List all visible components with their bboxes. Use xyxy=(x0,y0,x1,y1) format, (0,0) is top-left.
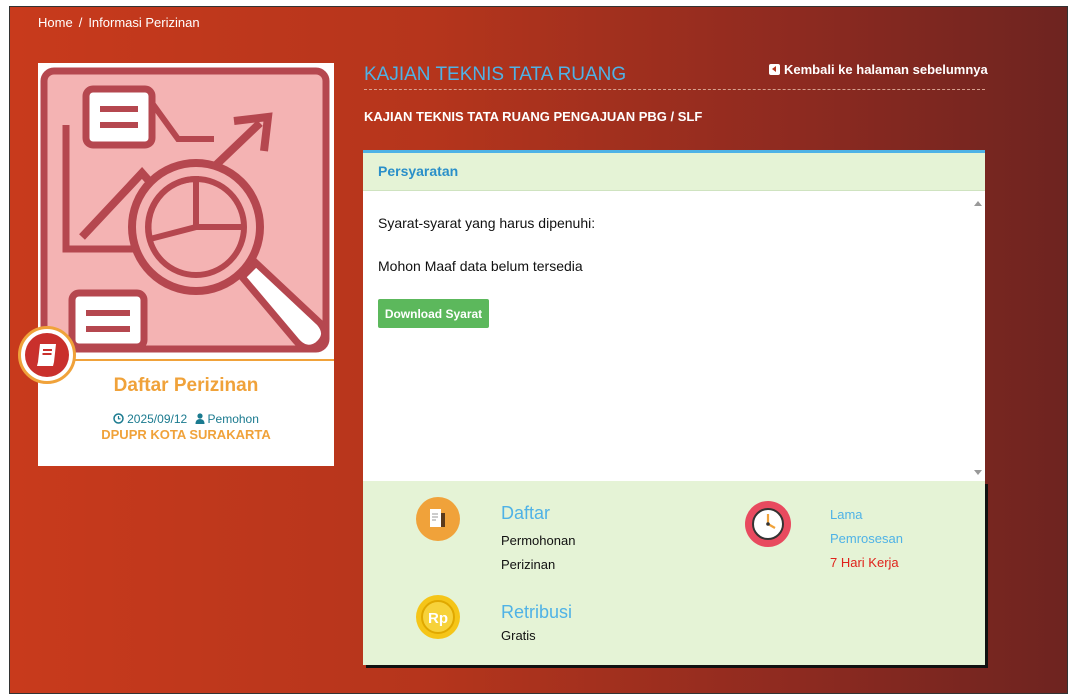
breadcrumb-separator: / xyxy=(78,15,83,30)
svg-text:Rp: Rp xyxy=(428,610,448,627)
requirements-heading: Persyaratan xyxy=(363,153,985,191)
breadcrumb-home[interactable]: Home xyxy=(38,15,73,30)
clock-icon xyxy=(745,501,791,547)
daftar-title: Daftar xyxy=(501,503,551,523)
back-link[interactable]: Kembali ke halaman sebelumnya xyxy=(769,62,988,77)
book-icon xyxy=(25,333,69,377)
retribusi-value: Gratis xyxy=(501,628,536,643)
requirements-empty-message: Mohon Maaf data belum tersedia xyxy=(378,258,583,274)
page-frame: Home / Informasi Perizinan Daftar Perizi… xyxy=(9,6,1068,694)
breadcrumb-current: Informasi Perizinan xyxy=(88,15,200,30)
retribusi-title: Retribusi xyxy=(501,602,573,622)
requirements-intro: Syarat-syarat yang harus dipenuhi: xyxy=(378,215,596,231)
card-org: DPUPR KOTA SURAKARTA xyxy=(101,427,271,442)
title-divider xyxy=(364,89,985,90)
card-meta: 2025/09/12 Pemohon xyxy=(38,412,334,427)
arrow-left-square-icon xyxy=(769,64,780,75)
scroll-up-arrow[interactable] xyxy=(974,201,982,206)
page-title: KAJIAN TEKNIS TATA RUANG xyxy=(364,64,627,85)
requirements-panel: Persyaratan Syarat-syarat yang harus dip… xyxy=(363,150,985,481)
magnifier-chart-illustration xyxy=(38,63,334,358)
permit-card: Daftar Perizinan 2025/09/12 Pemohon DPUP… xyxy=(18,63,334,466)
breadcrumb: Home / Informasi Perizinan xyxy=(38,15,200,30)
scroll-down-arrow[interactable] xyxy=(974,470,982,475)
daftar-line2: Perizinan xyxy=(501,557,556,572)
download-requirements-button[interactable]: Download Syarat xyxy=(378,299,489,328)
document-icon xyxy=(416,497,460,541)
rupiah-coin-icon: Rp xyxy=(416,595,460,639)
back-link-label: Kembali ke halaman sebelumnya xyxy=(784,62,988,77)
clock-icon xyxy=(113,413,124,427)
info-panel: Daftar Permohonan Perizinan Lama Pemrose… xyxy=(363,481,985,665)
card-title[interactable]: Daftar Perizinan xyxy=(38,375,334,397)
daftar-line1: Permohonan xyxy=(501,533,576,548)
lama-line1: Lama xyxy=(830,507,863,522)
card-divider xyxy=(38,359,334,361)
lama-value: 7 Hari Kerja xyxy=(830,555,899,570)
lama-line2: Pemrosesan xyxy=(830,531,903,546)
user-icon xyxy=(195,413,205,427)
card-role: Pemohon xyxy=(207,412,259,426)
card-date: 2025/09/12 xyxy=(127,412,188,426)
page-subtitle: KAJIAN TEKNIS TATA RUANG PENGAJUAN PBG /… xyxy=(364,109,703,124)
